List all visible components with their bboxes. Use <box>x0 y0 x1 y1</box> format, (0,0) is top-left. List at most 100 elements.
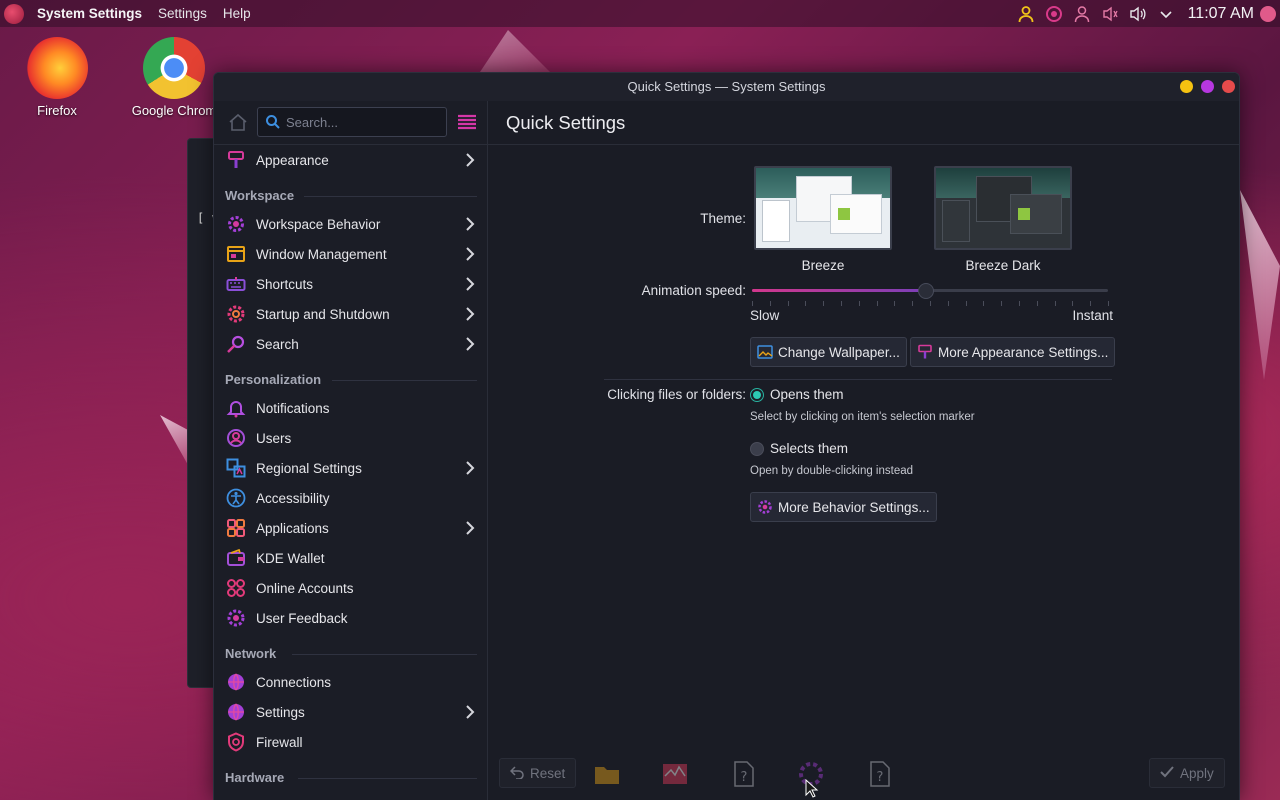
sidebar-item-label: Workspace Behavior <box>256 216 381 232</box>
search-input[interactable] <box>286 114 436 130</box>
chevron-right-icon <box>463 521 477 535</box>
page-title: Quick Settings <box>506 111 626 133</box>
global-menu-app-name[interactable]: System Settings <box>37 6 142 21</box>
sidebar-item-network-settings[interactable]: Settings <box>214 697 487 727</box>
sidebar-item-label: Connections <box>256 674 332 690</box>
section-divider <box>604 379 1112 380</box>
globe-icon <box>226 702 246 722</box>
sidebar-item-accessibility[interactable]: Accessibility <box>214 483 487 513</box>
sidebar-item-notifications[interactable]: Notifications <box>214 393 487 423</box>
sidebar-item-regional-settings[interactable]: Regional Settings <box>214 453 487 483</box>
chevron-right-icon <box>463 277 477 291</box>
system-settings-window: Quick Settings — System Settings Search.… <box>213 72 1240 800</box>
slider-tick <box>858 301 860 306</box>
section-label: Hardware <box>225 770 285 785</box>
sidebar-item-connections[interactable]: Connections <box>214 667 487 697</box>
sidebar-item-user-feedback[interactable]: User Feedback <box>214 603 487 633</box>
microphone-muted-icon[interactable] <box>1101 5 1119 23</box>
volume-icon[interactable] <box>1129 5 1147 23</box>
animation-speed-label: Animation speed: <box>641 283 746 298</box>
user-icon[interactable] <box>1017 5 1035 23</box>
chevron-right-icon <box>463 461 477 475</box>
show-desktop-icon[interactable] <box>1260 5 1276 22</box>
sidebar-item-label: KDE Wallet <box>256 550 325 566</box>
online-accounts-icon <box>226 578 246 598</box>
svg-text:?: ? <box>741 770 748 785</box>
magnifier-icon <box>226 334 246 354</box>
window-controls <box>1180 80 1235 93</box>
sidebar-item-window-management[interactable]: Window Management <box>214 239 487 269</box>
paintbrush-icon <box>917 344 933 360</box>
sidebar-item-appearance[interactable]: Appearance <box>214 145 487 175</box>
chevron-right-icon <box>463 247 477 261</box>
theme-card-breeze-dark[interactable]: Breeze Dark <box>934 166 1072 273</box>
account-icon[interactable] <box>1073 5 1091 23</box>
hamburger-menu-icon[interactable] <box>456 111 478 133</box>
sidebar-item-label: Users <box>256 430 292 446</box>
sidebar-item-label: Regional Settings <box>256 460 362 476</box>
sidebar-item-online-accounts[interactable]: Online Accounts <box>214 573 487 603</box>
clock[interactable]: 11:07 AM <box>1188 5 1254 23</box>
theme-preview-breeze <box>754 166 892 250</box>
gear-icon <box>757 499 773 515</box>
theme-card-breeze[interactable]: Breeze <box>754 166 892 273</box>
close-button[interactable] <box>1222 80 1235 93</box>
home-icon[interactable] <box>227 111 249 133</box>
system-monitor-icon[interactable] <box>661 760 689 788</box>
globe-icon <box>226 672 246 692</box>
slider-tick <box>752 301 753 306</box>
theme-label: Theme: <box>700 211 746 226</box>
more-behavior-settings-button[interactable]: More Behavior Settings... <box>750 492 937 522</box>
sidebar-item-label: Shortcuts <box>256 276 314 292</box>
slider-tick <box>965 301 967 306</box>
folder-icon[interactable] <box>593 760 621 788</box>
selects-them-label[interactable]: Selects them <box>770 441 848 456</box>
button-label: More Behavior Settings... <box>778 499 930 515</box>
more-appearance-settings-button[interactable]: More Appearance Settings... <box>910 337 1116 367</box>
sidebar-item-firewall[interactable]: Firewall <box>214 727 487 757</box>
sidebar-item-search[interactable]: Search <box>214 329 487 359</box>
search-field[interactable] <box>257 107 447 137</box>
desktop-icon-chrome[interactable]: Google Chrom <box>124 37 224 118</box>
reset-button[interactable]: Reset <box>499 758 577 788</box>
sidebar-section-personalization: Personalization <box>214 359 487 393</box>
wallpaper-shard <box>480 30 550 72</box>
animation-speed-slider[interactable] <box>750 281 1110 301</box>
selects-them-radio[interactable] <box>750 442 764 456</box>
apply-button[interactable]: Apply <box>1149 758 1225 788</box>
sidebar-item-applications[interactable]: Applications <box>214 513 487 543</box>
paintbrush-icon <box>226 150 246 170</box>
global-menu-help[interactable]: Help <box>223 6 251 21</box>
chevron-down-icon[interactable] <box>1157 5 1175 23</box>
minimize-button[interactable] <box>1180 80 1193 93</box>
slider-handle[interactable] <box>918 283 935 299</box>
bell-icon <box>226 398 246 418</box>
unknown-app-icon[interactable]: ? <box>729 760 757 788</box>
app-launcher-icon[interactable] <box>4 3 24 24</box>
sidebar-item-label: Window Management <box>256 246 387 262</box>
unknown-app-icon[interactable]: ? <box>865 760 893 788</box>
slider-tick <box>787 301 789 306</box>
settings-icon[interactable] <box>1045 5 1063 23</box>
slider-tick <box>1090 301 1092 306</box>
sidebar-item-shortcuts[interactable]: Shortcuts <box>214 269 487 299</box>
maximize-button[interactable] <box>1201 80 1214 93</box>
sidebar-item-startup-shutdown[interactable]: Startup and Shutdown <box>214 299 487 329</box>
opens-them-radio[interactable] <box>750 388 764 402</box>
sidebar-item-label: Search <box>256 336 299 352</box>
sidebar-section-network: Network <box>214 633 487 667</box>
global-menu-settings[interactable]: Settings <box>158 6 207 21</box>
top-panel: System Settings Settings Help 11:07 AM <box>0 0 1280 27</box>
sidebar-item-label: Appearance <box>256 152 329 168</box>
slider-tick <box>930 301 931 306</box>
desktop-icon-firefox[interactable]: Firefox <box>7 37 107 118</box>
opens-them-label[interactable]: Opens them <box>770 387 844 402</box>
sidebar-item-kde-wallet[interactable]: KDE Wallet <box>214 543 487 573</box>
sidebar-item-users[interactable]: Users <box>214 423 487 453</box>
change-wallpaper-button[interactable]: Change Wallpaper... <box>750 337 907 367</box>
sidebar-item-workspace-behavior[interactable]: Workspace Behavior <box>214 209 487 239</box>
button-label: Reset <box>530 765 566 781</box>
window-titlebar[interactable]: Quick Settings — System Settings <box>214 73 1239 101</box>
firefox-icon <box>26 37 88 99</box>
slider-tick <box>805 301 807 306</box>
